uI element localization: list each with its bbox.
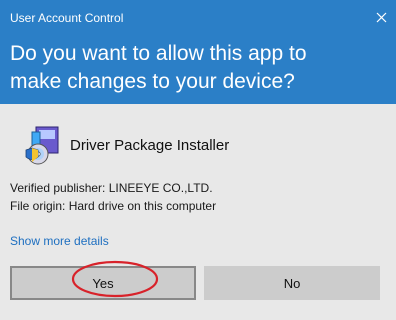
- publisher-info: Verified publisher: LINEEYE CO.,LTD. Fil…: [10, 179, 216, 215]
- window-title: User Account Control: [10, 11, 124, 25]
- verified-publisher: Verified publisher: LINEEYE CO.,LTD.: [10, 181, 213, 195]
- app-name: Driver Package Installer: [70, 136, 230, 154]
- installer-cd-icon: [25, 126, 59, 165]
- no-button[interactable]: No: [204, 266, 380, 300]
- file-origin: File origin: Hard drive on this computer: [10, 199, 217, 213]
- show-more-details-link[interactable]: Show more details: [10, 234, 109, 248]
- prompt-question: Do you want to allow this app to make ch…: [10, 42, 307, 93]
- uac-dialog: User Account Control Do you want to allo…: [0, 0, 396, 320]
- close-button[interactable]: [366, 4, 396, 30]
- app-row: Driver Package Installer: [22, 124, 229, 166]
- yes-button[interactable]: Yes: [10, 266, 196, 300]
- dialog-header: User Account Control Do you want to allo…: [0, 0, 396, 104]
- close-icon: [376, 12, 386, 22]
- dialog-body: Driver Package Installer Verified publis…: [0, 104, 396, 320]
